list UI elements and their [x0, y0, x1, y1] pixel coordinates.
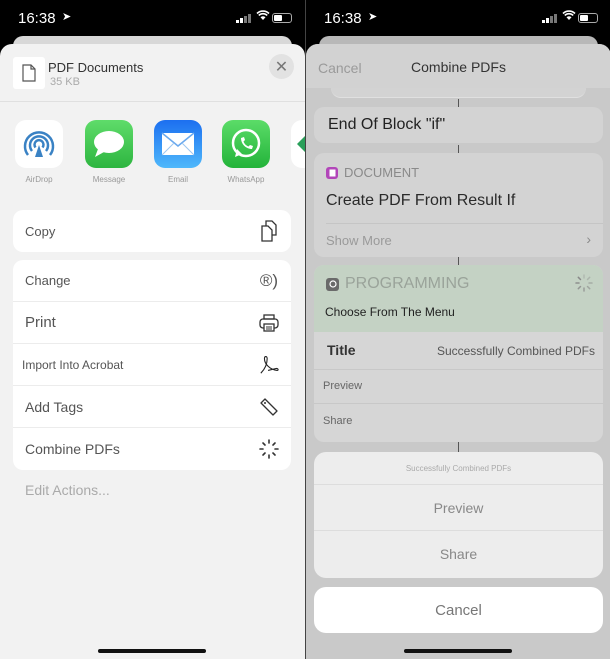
shortcut-run-screen: 16:38 ➤ Cancel Combine PDFs End Of Block…	[305, 0, 610, 659]
location-arrow-icon: ➤	[62, 11, 72, 23]
programming-category-icon	[326, 277, 339, 291]
share-sheet: PDF Documents 35 KB ✕ AirDrop Message Em…	[0, 44, 305, 659]
action-print[interactable]: Print	[13, 302, 291, 344]
category-text: DOCUMENT	[344, 165, 420, 180]
option-label: Share	[323, 415, 353, 427]
cellular-signal-icon	[542, 13, 558, 23]
category-label: PROGRAMMING	[326, 275, 469, 293]
location-arrow-icon: ➤	[368, 11, 378, 23]
editor-title: Combine PDFs	[411, 59, 506, 75]
whatsapp-icon	[222, 120, 270, 168]
action-label: Print	[25, 314, 56, 331]
menu-option-preview[interactable]: Preview	[314, 370, 603, 404]
mail-icon	[154, 120, 202, 168]
end-block-label: End Of Block "if"	[328, 116, 446, 133]
flow-connector	[458, 257, 459, 265]
programming-action-card[interactable]: PROGRAMMING Choose From The Menu Title S…	[314, 265, 603, 442]
action-label: Change	[25, 273, 71, 288]
app-airdrop[interactable]: AirDrop	[13, 120, 65, 184]
cancel-button[interactable]: Cancel	[314, 587, 603, 633]
document-title: PDF Documents	[48, 60, 144, 75]
action-sheet-title: Successfully Combined PDFs	[314, 452, 603, 485]
status-bar: 16:38 ➤	[0, 0, 305, 36]
title-value: Successfully Combined PDFs	[436, 344, 595, 358]
close-button[interactable]: ✕	[269, 54, 294, 79]
title-row[interactable]: Title Successfully Combined PDFs	[314, 332, 603, 370]
document-thumbnail	[13, 57, 45, 89]
shortcut-editor: Cancel Combine PDFs End Of Block "if" DO…	[306, 44, 610, 659]
action-label: Add Tags	[25, 398, 84, 415]
flow-connector	[458, 442, 459, 452]
tag-icon	[259, 397, 279, 417]
menu-option-share[interactable]: Share	[314, 404, 603, 442]
share-option[interactable]: Share	[314, 531, 603, 577]
cellular-signal-icon	[236, 13, 252, 23]
edit-actions-link[interactable]: Edit Actions...	[25, 482, 110, 498]
app-whatsapp[interactable]: WhatsApp	[220, 120, 272, 184]
action-combine-pdfs[interactable]: Combine PDFs	[13, 428, 291, 470]
flow-connector	[458, 99, 459, 107]
category-text: PROGRAMMING	[345, 275, 470, 292]
battery-icon	[578, 13, 598, 23]
previous-action-card	[331, 88, 586, 98]
acrobat-icon	[259, 355, 279, 375]
action-label: Combine PDFs	[25, 441, 120, 457]
show-more-link[interactable]: Show More	[326, 233, 392, 248]
wifi-icon	[256, 10, 270, 24]
title-label: Title	[327, 342, 356, 358]
clock: 16:38	[18, 10, 56, 27]
app-label: AirDrop	[25, 175, 53, 184]
action-title: Create PDF From Result If	[326, 192, 516, 209]
end-of-block-card[interactable]: End Of Block "if"	[314, 107, 603, 143]
chevron-right-icon: ›	[586, 231, 591, 247]
message-icon	[85, 120, 133, 168]
copy-icon	[259, 220, 279, 242]
editor-header: Cancel Combine PDFs	[306, 44, 610, 88]
action-copy[interactable]: Copy	[13, 210, 291, 252]
wifi-icon	[562, 10, 576, 24]
app-more[interactable]	[289, 120, 305, 168]
battery-icon	[272, 13, 292, 23]
registered-icon: ®)	[259, 271, 279, 290]
partial-app-icon	[291, 120, 305, 168]
action-add-tags[interactable]: Add Tags	[13, 386, 291, 428]
option-label: Preview	[323, 380, 363, 392]
action-sheet: Successfully Combined PDFs Preview Share	[314, 452, 603, 578]
divider	[326, 223, 603, 224]
share-sheet-screen: 16:38 ➤ PDF Documents 35 KB ✕ AirDrop Me…	[0, 0, 305, 659]
clock: 16:38	[324, 10, 362, 27]
home-indicator	[404, 649, 512, 653]
action-group-1: Copy	[13, 210, 291, 252]
action-label: Copy	[25, 223, 56, 239]
app-label: Email	[167, 175, 188, 184]
app-label: WhatsApp	[227, 175, 265, 184]
document-category-icon	[326, 166, 338, 179]
document-size: 35 KB	[50, 76, 80, 88]
action-change[interactable]: Change ®)	[13, 260, 291, 302]
app-label: Message	[92, 175, 126, 184]
action-title: Choose From The Menu	[325, 305, 455, 319]
app-message[interactable]: Message	[83, 120, 135, 184]
document-action-card[interactable]: DOCUMENT Create PDF From Result If Show …	[314, 153, 603, 257]
category-label: DOCUMENT	[326, 165, 419, 180]
shortcut-icon	[259, 439, 279, 459]
status-bar: 16:38 ➤	[306, 0, 610, 36]
app-row: AirDrop Message Email WhatsApp	[13, 120, 305, 190]
document-icon	[22, 64, 36, 82]
home-indicator	[98, 649, 206, 653]
printer-icon	[259, 313, 279, 333]
close-icon: ✕	[274, 58, 289, 76]
app-email[interactable]: Email	[152, 120, 204, 184]
flow-connector	[458, 145, 459, 153]
preview-option[interactable]: Preview	[314, 485, 603, 531]
action-import-acrobat[interactable]: Import Into Acrobat	[13, 344, 291, 386]
spinner-icon	[575, 274, 593, 292]
share-header: PDF Documents 35 KB ✕	[0, 44, 305, 102]
action-group-2: Change ®) Print Import Into Acrobat Add …	[13, 260, 291, 470]
airdrop-icon	[15, 120, 63, 168]
action-label: Import Into Acrobat	[22, 357, 124, 372]
